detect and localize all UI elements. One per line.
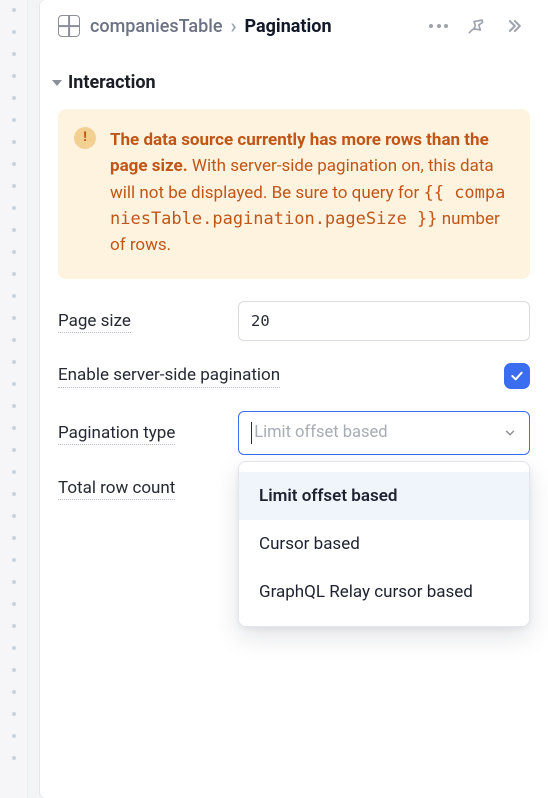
header-actions [429, 16, 530, 36]
chevron-down-icon [503, 426, 517, 440]
breadcrumb-current: Pagination [245, 16, 332, 37]
page-size-input[interactable] [238, 301, 530, 341]
rail-dot [12, 96, 16, 100]
rail-dot [12, 228, 16, 232]
breadcrumb-root[interactable]: companiesTable [90, 16, 222, 37]
rail-dot [12, 448, 16, 452]
rail-dot [12, 624, 16, 628]
chevron-right-icon: › [230, 14, 236, 38]
server-side-checkbox[interactable] [504, 363, 530, 389]
rail-dot [12, 514, 16, 518]
rail-dot [12, 360, 16, 364]
pagination-type-label: Pagination type [58, 423, 175, 445]
rail-dot [12, 580, 16, 584]
dropdown-option[interactable]: GraphQL Relay cursor based [239, 568, 529, 616]
total-row-count-label: Total row count [58, 478, 175, 500]
rail-dot [12, 470, 16, 474]
rail-dot [12, 184, 16, 188]
dropdown-option[interactable]: Limit offset based [239, 472, 529, 520]
row-pagination-type: Pagination type Limit offset based Limit… [58, 411, 530, 455]
rail-dot [12, 734, 16, 738]
table-icon [58, 15, 80, 37]
rail-dot [12, 272, 16, 276]
rail-dot [12, 404, 16, 408]
rail-dot [12, 338, 16, 342]
rail-dot [12, 668, 16, 672]
breadcrumb: companiesTable › Pagination [90, 14, 419, 38]
row-server-side: Enable server-side pagination [58, 363, 530, 389]
more-icon[interactable] [429, 24, 448, 28]
rail-dot [12, 558, 16, 562]
rail-dot [12, 602, 16, 606]
rail-dot [12, 118, 16, 122]
collapse-caret-icon [52, 80, 62, 86]
inspector-panel: companiesTable › Pagination Interaction … [40, 0, 548, 798]
rail-dot [12, 162, 16, 166]
rail-dot [12, 74, 16, 78]
rail-dot [12, 536, 16, 540]
rail-dot [12, 426, 16, 430]
rail-dot [12, 492, 16, 496]
rail-dot [12, 646, 16, 650]
rail-dot [12, 30, 16, 34]
section-title: Interaction [68, 72, 156, 93]
form: Page size Enable server-side pagination … [40, 297, 548, 503]
row-page-size: Page size [58, 301, 530, 341]
rail-dot [12, 250, 16, 254]
warning-icon: ! [74, 127, 96, 149]
rail-dot [12, 8, 16, 12]
pin-icon[interactable] [466, 16, 486, 36]
section-header[interactable]: Interaction [40, 52, 548, 109]
warning-alert: ! The data source currently has more row… [58, 109, 530, 279]
panel-header: companiesTable › Pagination [40, 0, 548, 52]
rail-dot [12, 382, 16, 386]
rail-dot [12, 690, 16, 694]
text-cursor [251, 422, 252, 444]
chevrons-right-icon[interactable] [504, 16, 524, 36]
pagination-type-placeholder: Limit offset based [254, 423, 387, 442]
page-size-label: Page size [58, 311, 131, 333]
rail-dot [12, 756, 16, 760]
rail-dot [12, 294, 16, 298]
rail-dot [12, 52, 16, 56]
pagination-type-dropdown: Limit offset based Cursor based GraphQL … [238, 461, 530, 627]
rail-dot [12, 316, 16, 320]
rail-dot [12, 206, 16, 210]
server-side-label: Enable server-side pagination [58, 364, 280, 388]
dropdown-option[interactable]: Cursor based [239, 520, 529, 568]
pagination-type-select[interactable]: Limit offset based [238, 411, 530, 455]
left-rail [0, 0, 28, 798]
rail-dot [12, 712, 16, 716]
rail-dot [12, 140, 16, 144]
